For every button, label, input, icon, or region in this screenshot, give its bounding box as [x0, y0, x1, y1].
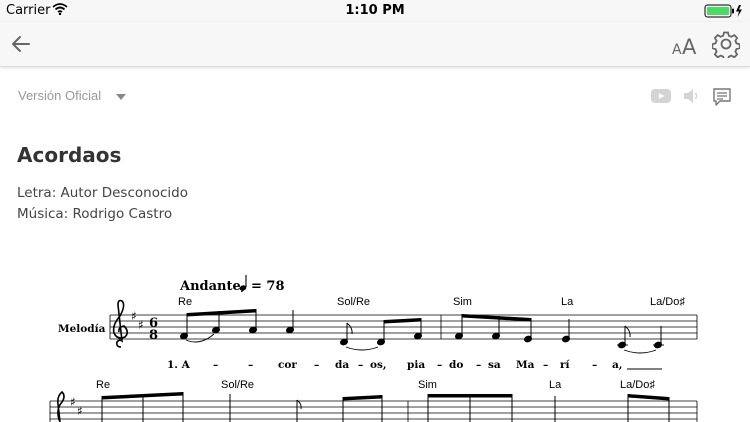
svg-text:♯: ♯ — [77, 404, 83, 418]
media-toolbar — [650, 87, 740, 109]
song-title: Acordaos — [17, 143, 122, 167]
svg-text:A: A — [672, 42, 682, 57]
notes-measure-3 — [454, 314, 664, 354]
svg-text:♯: ♯ — [138, 318, 144, 332]
lyric-syllable: sa — [488, 359, 501, 371]
staff-row-2 — [49, 400, 698, 422]
lyricist-label: Letra: Autor Desconocido — [17, 185, 188, 201]
lyric-syllable: os, — [370, 359, 387, 371]
key-signature: ♯ ♯ — [70, 395, 83, 418]
treble-clef-icon — [112, 299, 129, 348]
lyric-syllable: – — [213, 359, 218, 371]
lyric-syllable: – — [476, 359, 481, 371]
song-credits: Letra: Autor Desconocido Música: Rodrigo… — [17, 183, 188, 225]
chord-symbol: La/Do♯ — [620, 379, 655, 391]
lyric-syllable: – — [248, 359, 253, 371]
chord-symbol: Sol/Re — [221, 379, 254, 391]
lyric-syllable: da — [335, 359, 349, 371]
chord-symbol: Sol/Re — [337, 296, 370, 308]
lyric-syllable: Ma — [516, 359, 535, 371]
notes-measure-1 — [179, 309, 295, 343]
battery-icon — [704, 4, 744, 22]
font-size-icon[interactable]: A A — [672, 31, 700, 59]
arrow-left-icon[interactable] — [8, 31, 34, 57]
svg-text:8: 8 — [149, 328, 158, 343]
status-time: 1:10 PM — [345, 3, 405, 18]
youtube-icon[interactable] — [650, 87, 672, 109]
notes-measure-2 — [339, 318, 423, 351]
chord-symbol: Re — [96, 379, 110, 391]
chevron-down-icon — [115, 89, 127, 104]
lyric-syllable: – — [543, 359, 548, 371]
svg-text:♯: ♯ — [70, 395, 76, 409]
chord-symbol: La — [549, 379, 562, 391]
lyric-syllable: – — [437, 359, 442, 371]
composer-label: Música: Rodrigo Castro — [17, 206, 173, 222]
version-dropdown[interactable]: Versión Oficial — [18, 88, 127, 104]
lyric-syllable: 1. A — [167, 359, 191, 371]
lyric-syllable: – — [592, 359, 597, 371]
version-label: Versión Oficial — [18, 88, 102, 103]
chord-symbol: Re — [178, 296, 192, 308]
lyric-syllable: rí — [560, 359, 570, 371]
lyric-syllable: – — [358, 359, 363, 371]
staff-row-1 — [109, 314, 698, 340]
svg-text:♯: ♯ — [131, 309, 137, 323]
chord-symbol: Sim — [453, 296, 472, 308]
lyric-syllable: cor — [278, 359, 297, 371]
chord-symbol: La — [561, 296, 574, 308]
svg-text:A: A — [682, 35, 697, 57]
tempo-text: Andante, — [179, 279, 245, 294]
time-signature: 6 8 — [149, 316, 158, 343]
chord-symbol: La/Do♯ — [650, 296, 685, 308]
nav-bar: A A — [0, 22, 750, 67]
chord-symbol: Sim — [418, 379, 437, 391]
lyric-syllable: pia — [407, 359, 425, 371]
part-name: Melodía — [58, 323, 106, 335]
lyric-syllable: – — [314, 359, 319, 371]
comment-icon[interactable] — [712, 87, 732, 111]
status-bar: Carrier 1:10 PM — [0, 0, 750, 22]
music-score: Andante, = 78 Re Sol/Re Sim La La/Do♯ Me… — [49, 275, 698, 422]
tempo-value: = 78 — [251, 279, 285, 294]
key-signature: ♯ ♯ — [131, 309, 144, 332]
gear-icon[interactable] — [711, 30, 741, 61]
lyric-syllable: do — [449, 359, 463, 371]
speaker-icon[interactable] — [682, 87, 702, 109]
lyric-syllable: a, — [612, 359, 622, 371]
